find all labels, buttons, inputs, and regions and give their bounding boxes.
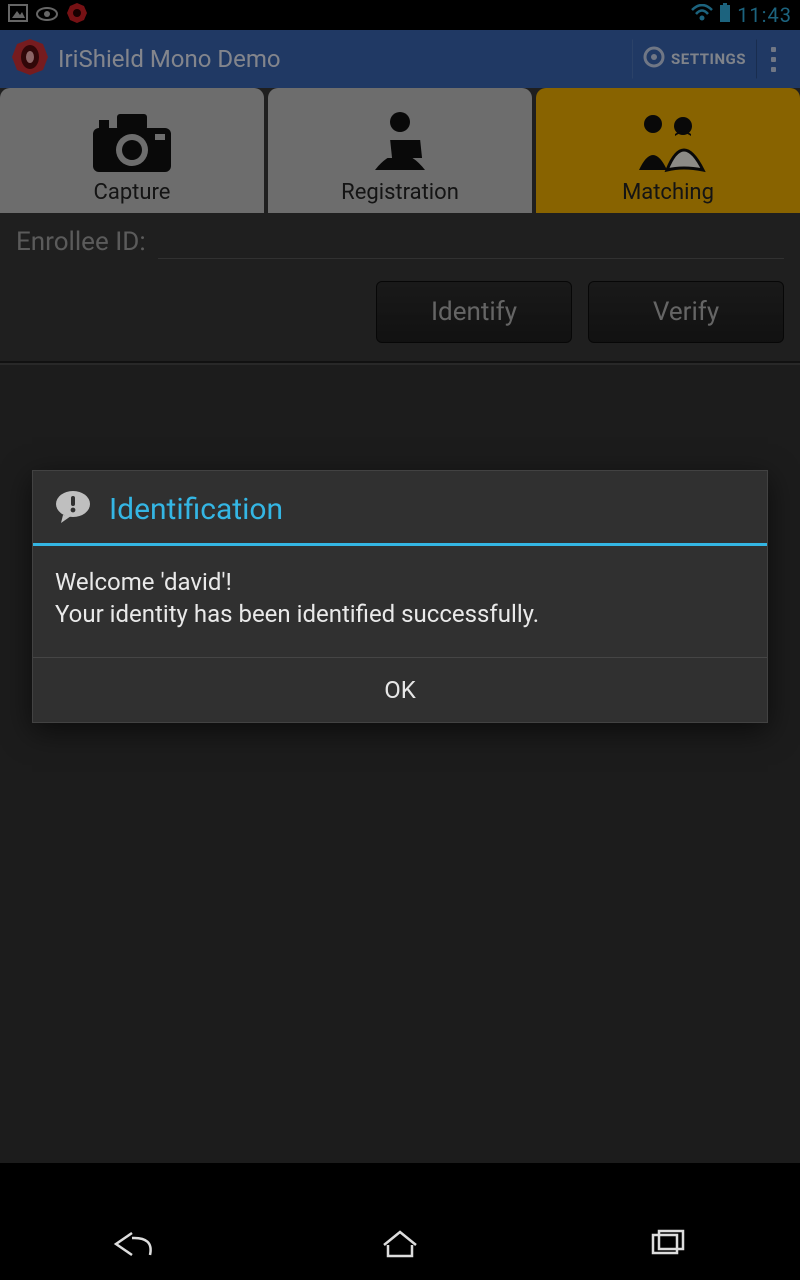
navigation-bar — [0, 1208, 800, 1280]
alert-icon — [53, 489, 93, 529]
back-button[interactable] — [73, 1220, 193, 1268]
dialog-message: Welcome 'david'! Your identity has been … — [33, 546, 767, 658]
dialog-ok-button[interactable]: OK — [33, 658, 767, 722]
dialog-title: Identification — [109, 492, 283, 527]
home-button[interactable] — [340, 1220, 460, 1268]
recents-button[interactable] — [607, 1220, 727, 1268]
identification-dialog: Identification Welcome 'david'! Your ide… — [32, 470, 768, 723]
